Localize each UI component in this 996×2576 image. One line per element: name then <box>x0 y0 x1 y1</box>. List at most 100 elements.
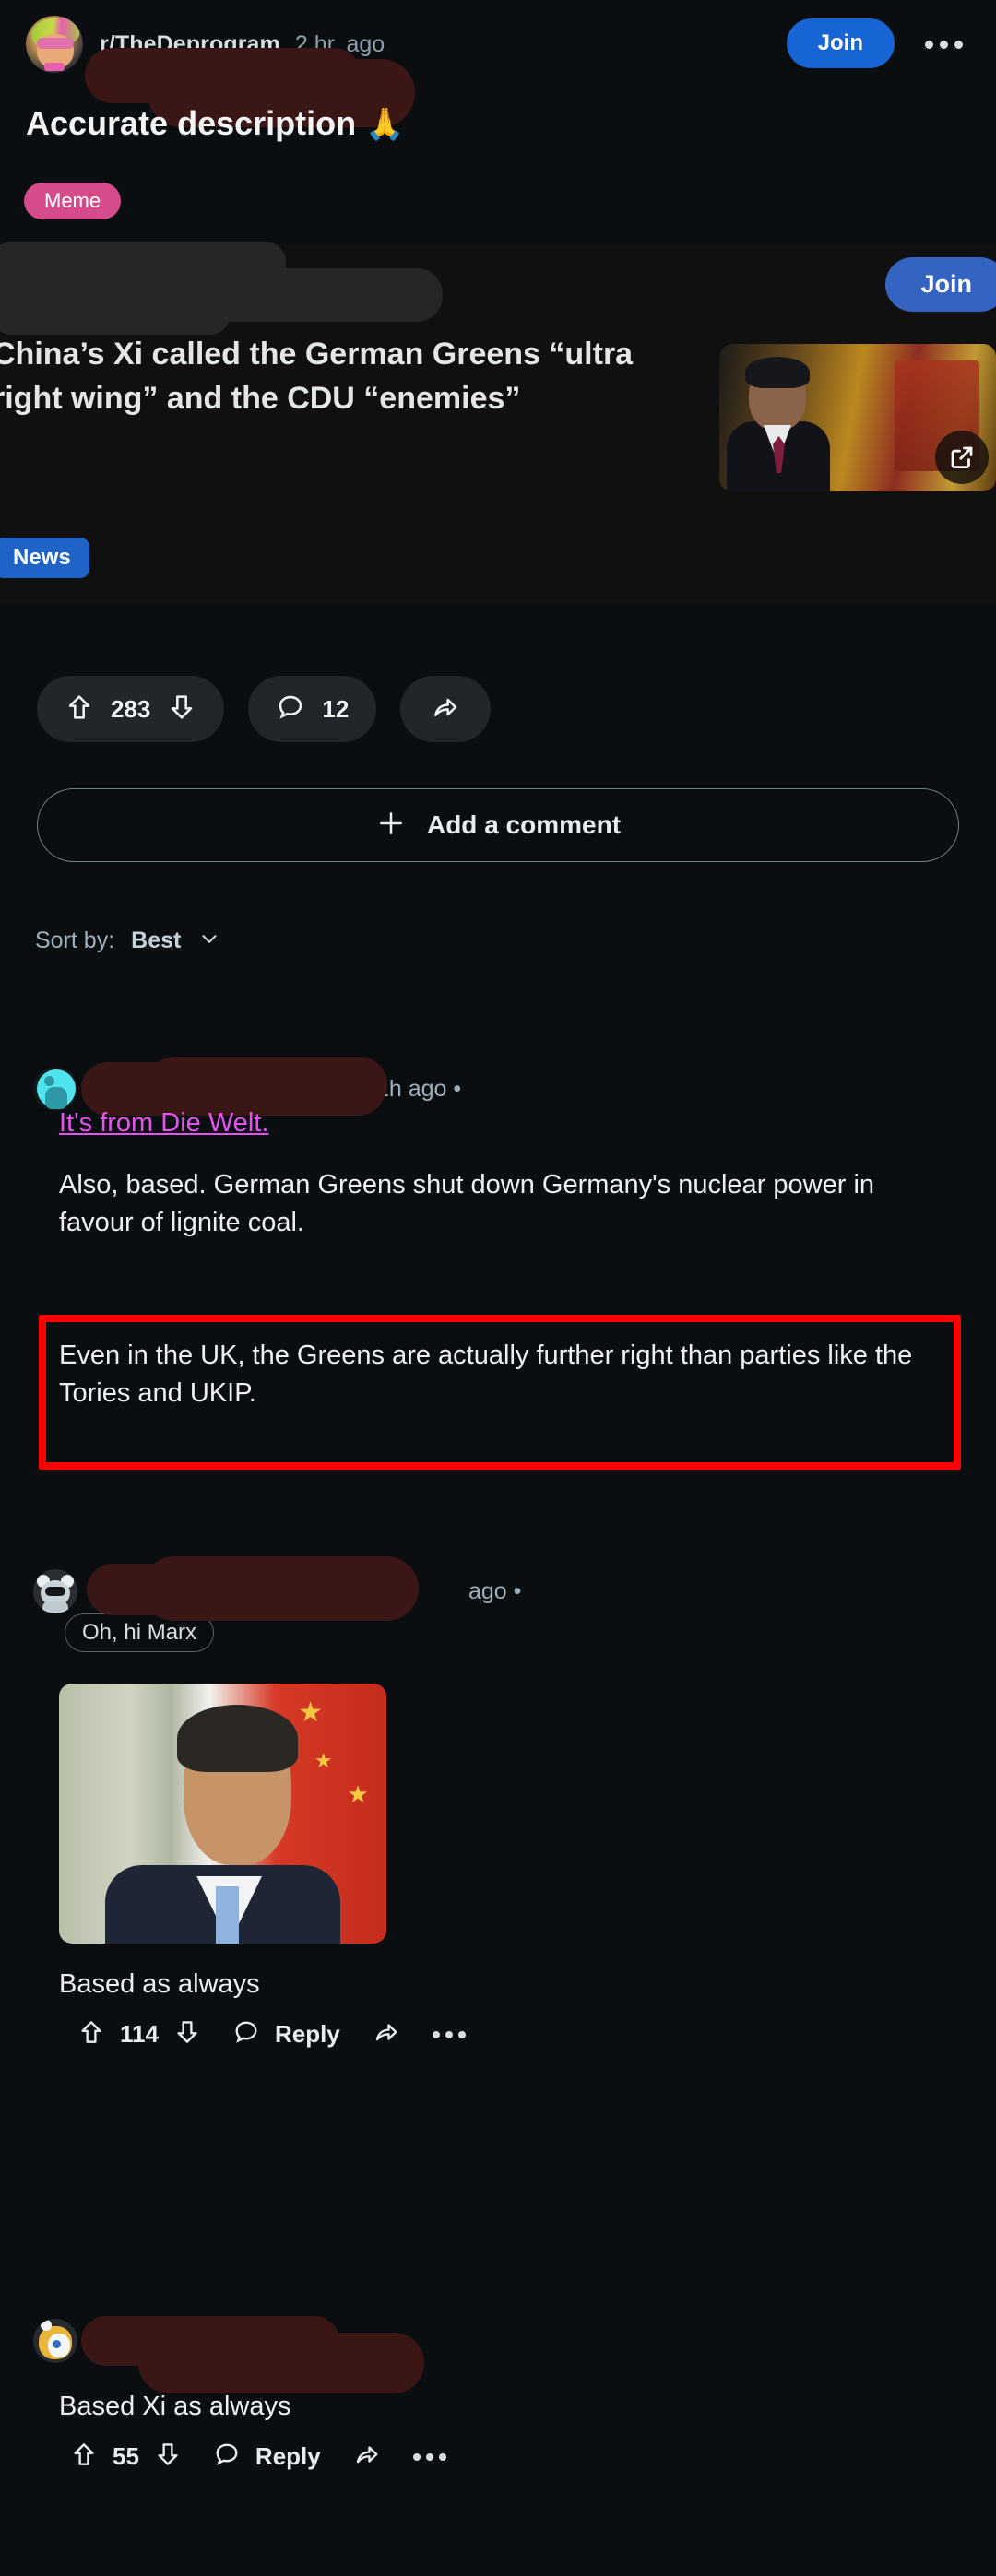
join-button[interactable]: Join <box>786 18 895 68</box>
comment-body: Based as always <box>59 1969 260 1999</box>
reply-button[interactable]: Reply <box>213 2440 321 2473</box>
comment-upvote-count: 55 <box>113 2442 139 2470</box>
avatar-bowtie <box>44 63 65 71</box>
comment-bubble-icon <box>232 2018 260 2050</box>
overflow-menu-icon[interactable] <box>913 24 974 65</box>
reply-label: Reply <box>255 2442 321 2470</box>
comment-separator: • <box>513 1578 522 1604</box>
post-upvote-count: 283 <box>111 694 151 723</box>
flag-star-icon: ★ <box>314 1749 333 1773</box>
post-flair-meme[interactable]: Meme <box>24 183 122 219</box>
chevron-down-icon[interactable] <box>197 927 221 955</box>
sort-label: Sort by: <box>35 928 115 953</box>
embedded-post-title: China’s Xi called the German Greens “ult… <box>0 337 634 417</box>
downvote-arrow-icon[interactable] <box>167 691 196 727</box>
post-title-text: Accurate description <box>26 104 357 142</box>
prayer-hands-emoji: 🙏 <box>365 107 405 142</box>
comment-age: ago <box>468 1578 507 1604</box>
vote-pill[interactable]: 283 <box>37 676 225 742</box>
embedded-post-card[interactable]: Join China’s Xi called the German Greens… <box>0 242 996 604</box>
thumbnail-figure <box>727 357 830 491</box>
embedded-join-button[interactable]: Join <box>885 257 996 312</box>
avatar-glasses <box>37 38 74 49</box>
external-link-icon[interactable] <box>935 431 989 484</box>
dot <box>445 2030 453 2038</box>
comment-item: 1h ago • It's from Die Welt. Also, based… <box>0 1057 996 1470</box>
redaction-mark <box>148 1057 387 1112</box>
redaction-mark <box>142 1556 419 1621</box>
share-arrow-icon <box>430 692 461 727</box>
share-arrow-icon <box>372 2018 401 2050</box>
comment-upvote-count: 114 <box>120 2020 159 2048</box>
flag-star-icon: ★ <box>298 1696 324 1728</box>
comment-item: ago • Oh, hi Marx ★ ★ ★ Based as always <box>0 1556 996 2048</box>
reply-label: Reply <box>274 2020 340 2048</box>
comment-overflow-menu-icon[interactable] <box>432 2030 466 2038</box>
reply-button[interactable]: Reply <box>232 2018 340 2050</box>
comment-timestamp: ago • <box>468 1578 521 1605</box>
add-comment-button[interactable]: Add a comment <box>37 788 959 862</box>
comment-header: ago • Oh, hi Marx <box>0 1556 996 1652</box>
comment-action-bar: 55 Reply <box>0 2440 446 2474</box>
comment-timestamp: 1h ago • <box>376 1076 461 1103</box>
flag-star-icon: ★ <box>347 1780 369 1809</box>
downvote-arrow-icon[interactable] <box>173 2017 201 2051</box>
dot <box>438 2452 446 2461</box>
add-comment-label: Add a comment <box>426 810 622 839</box>
comment-body-highlighted: Even in the UK, the Greens are actually … <box>59 1341 913 1409</box>
avatar-ear <box>41 2320 52 2331</box>
comment-bubble-icon <box>276 692 305 727</box>
comment-share-button[interactable] <box>352 2440 382 2473</box>
avatar-body <box>42 1601 68 1613</box>
avatar-antenna <box>44 1076 54 1086</box>
comment-bubble-icon <box>213 2440 241 2473</box>
image-hair <box>176 1704 299 1772</box>
avatar-eye <box>53 2340 61 2348</box>
dot <box>432 2030 440 2038</box>
dot <box>425 2452 433 2461</box>
image-tie <box>216 1885 240 1944</box>
subreddit-avatar[interactable] <box>26 16 83 73</box>
dot <box>924 40 933 49</box>
comment-body: Based Xi as always <box>59 2392 291 2421</box>
page-title: Accurate description 🙏 <box>26 103 634 144</box>
comment-share-button[interactable] <box>372 2018 401 2050</box>
post-action-bar: 283 12 <box>37 676 492 742</box>
avatar-body <box>45 1087 67 1109</box>
redaction-mark <box>0 292 231 335</box>
dot <box>412 2452 421 2461</box>
dot <box>457 2030 466 2038</box>
embedded-thumbnail[interactable] <box>719 344 996 491</box>
downvote-arrow-icon[interactable] <box>154 2440 182 2474</box>
cat-avatar[interactable] <box>33 2319 77 2363</box>
post-comment-count: 12 <box>322 694 350 723</box>
sort-value: Best <box>131 928 182 953</box>
comment-item: tus • 2h ago • Based Xi as always 55 <box>0 2312 996 2470</box>
comment-count-pill[interactable]: 12 <box>248 676 377 742</box>
embedded-flair-news[interactable]: News <box>0 538 89 578</box>
comment-vote-group[interactable]: 55 <box>70 2440 182 2474</box>
share-button[interactable] <box>400 676 492 742</box>
comment-link[interactable]: It's from Die Welt. <box>59 1108 268 1139</box>
dot <box>939 40 948 49</box>
comment-header: tus • 2h ago • <box>0 2312 996 2393</box>
sort-selector[interactable]: Sort by: Best <box>35 927 221 955</box>
comment-vote-group[interactable]: 114 <box>77 2017 201 2051</box>
comment-separator: • <box>453 1075 462 1102</box>
redaction-mark <box>138 2333 424 2393</box>
comment-action-bar: 114 Reply <box>0 2017 466 2051</box>
avatar-eye-mask <box>45 1587 65 1596</box>
reddit-post-screen: r/TheDeprogram 2 hr. ago Join Accurate d… <box>0 0 996 2576</box>
panda-avatar[interactable] <box>33 1569 77 1613</box>
dot <box>954 40 963 49</box>
comment-overflow-menu-icon[interactable] <box>412 2452 446 2461</box>
snoo-avatar[interactable] <box>33 1067 77 1111</box>
thumbnail-hair <box>745 357 810 388</box>
plus-icon <box>375 808 407 844</box>
comment-body: Also, based. German Greens shut down Ger… <box>59 1170 875 1238</box>
upvote-arrow-icon[interactable] <box>77 2017 105 2051</box>
upvote-arrow-icon[interactable] <box>70 2440 98 2474</box>
comment-image[interactable]: ★ ★ ★ <box>59 1684 386 1944</box>
share-arrow-icon <box>352 2440 382 2473</box>
upvote-arrow-icon[interactable] <box>65 691 94 727</box>
